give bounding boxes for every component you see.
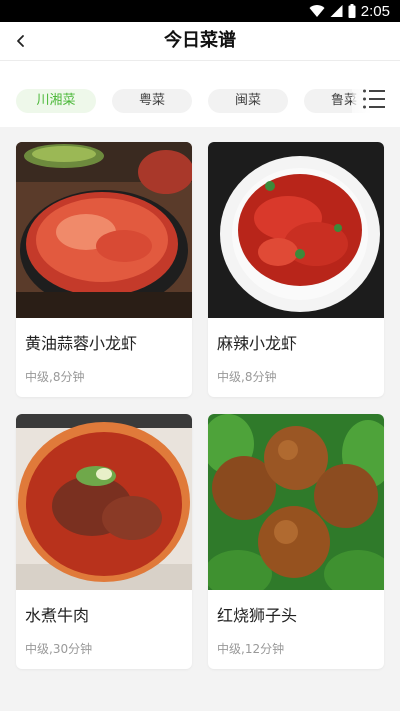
back-button[interactable] xyxy=(4,24,38,58)
wifi-icon xyxy=(309,5,325,18)
recipe-card[interactable]: 水煮牛肉 中级,30分钟 xyxy=(16,414,192,669)
tab-min[interactable]: 闽菜 xyxy=(208,89,288,113)
tab-yue[interactable]: 粤菜 xyxy=(112,89,192,113)
battery-icon xyxy=(348,4,356,18)
braised-meatballs-photo xyxy=(208,414,384,590)
recipe-card[interactable]: 麻辣小龙虾 中级,8分钟 xyxy=(208,142,384,397)
recipe-meta: 中级,12分钟 xyxy=(217,642,285,656)
recipe-meta: 中级,8分钟 xyxy=(217,370,277,384)
tab-chuanxiang[interactable]: 川湘菜 xyxy=(16,89,96,113)
category-tab-strip: 川湘菜 粤菜 闽菜 鲁菜 xyxy=(0,61,400,127)
recipe-card[interactable]: 红烧狮子头 中级,12分钟 xyxy=(208,414,384,669)
recipe-name: 麻辣小龙虾 xyxy=(217,334,298,353)
status-time: 2:05 xyxy=(360,2,390,20)
cell-signal-icon xyxy=(330,5,343,17)
app-bar: 今日菜谱 xyxy=(0,22,400,60)
recipe-name: 红烧狮子头 xyxy=(217,606,298,625)
status-bar: 2:05 xyxy=(0,0,400,22)
page-title: 今日菜谱 xyxy=(164,30,236,51)
recipe-name: 黄油蒜蓉小龙虾 xyxy=(25,334,138,353)
category-menu-button[interactable] xyxy=(362,87,386,111)
recipe-meta: 中级,8分钟 xyxy=(25,370,85,384)
boiled-beef-photo xyxy=(16,414,192,590)
recipe-name: 水煮牛肉 xyxy=(25,606,90,625)
recipe-card[interactable]: 黄油蒜蓉小龙虾 中级,8分钟 xyxy=(16,142,192,397)
spicy-crayfish-photo xyxy=(208,142,384,318)
list-menu-icon xyxy=(363,89,385,109)
garlic-butter-crayfish-photo xyxy=(16,142,192,318)
recipe-meta: 中级,30分钟 xyxy=(25,642,93,656)
chevron-left-icon xyxy=(17,35,24,47)
status-icons: 2:05 xyxy=(309,2,390,20)
